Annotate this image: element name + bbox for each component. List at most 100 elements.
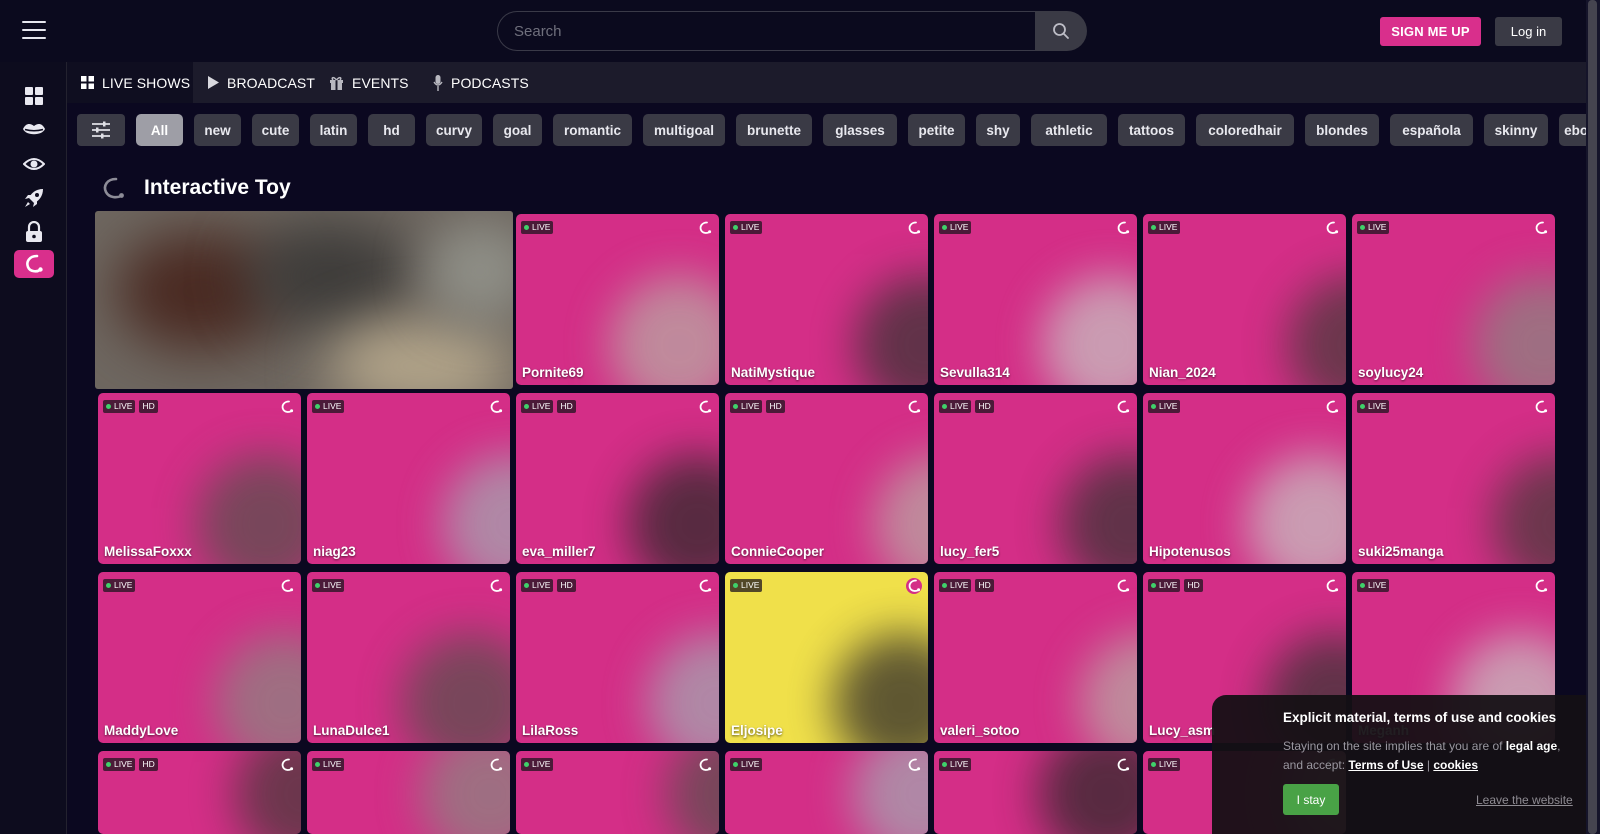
interactive-toy-icon (906, 578, 922, 594)
show-card[interactable]: LIVE HD ConnieCooper (725, 393, 928, 564)
cookie-separator: | (1423, 758, 1434, 772)
live-badge: LIVE (730, 758, 763, 771)
section-title: Interactive Toy (144, 176, 291, 199)
leave-website-link[interactable]: Leave the website (1476, 793, 1573, 807)
show-card[interactable]: LIVE suki25manga (1352, 393, 1555, 564)
performer-name: niag23 (313, 544, 356, 559)
terms-of-use-link[interactable]: Terms of Use (1348, 758, 1423, 772)
tag-goal[interactable]: goal (493, 114, 542, 146)
card-badges: LIVE HD (730, 400, 785, 413)
tag-tattoos[interactable]: tattoos (1118, 114, 1185, 146)
sidebar-item-private[interactable] (14, 218, 54, 246)
card-badges: LIVE (103, 579, 136, 592)
performer-name: Lucy_asm (1149, 723, 1216, 738)
show-card[interactable]: LIVE Eljosipe (725, 572, 928, 743)
scrollbar-thumb[interactable] (1588, 0, 1597, 834)
show-card[interactable]: LIVE Sevulla314 (934, 214, 1137, 385)
show-card[interactable]: LIVE (516, 751, 719, 834)
tag-española[interactable]: española (1390, 114, 1473, 146)
card-badges: LIVE HD (521, 400, 576, 413)
tag-multigoal[interactable]: multigoal (643, 114, 725, 146)
tag-cute[interactable]: cute (252, 114, 299, 146)
hd-badge: HD (1184, 579, 1203, 592)
tab-broadcast[interactable]: BROADCAST (207, 62, 315, 103)
performer-name: eva_miller7 (522, 544, 596, 559)
sidebar-item-lips[interactable] (14, 116, 54, 144)
search-input[interactable] (497, 11, 1037, 51)
sidebar-item-eye[interactable] (14, 150, 54, 178)
sidebar (0, 62, 67, 834)
card-badges: LIVE HD (103, 758, 158, 771)
eye-icon (23, 158, 45, 170)
show-card[interactable]: LIVE HD eva_miller7 (516, 393, 719, 564)
tab-live-shows[interactable]: LIVE SHOWS (67, 62, 193, 103)
tag-romantic[interactable]: romantic (553, 114, 632, 146)
tag-curvy[interactable]: curvy (426, 114, 482, 146)
tag-filter-bar: All new cute latin hd curvy goal romantic multig… (77, 114, 1586, 146)
tab-podcasts[interactable]: PODCASTS (433, 62, 529, 103)
show-card[interactable]: LIVE Hipotenusos (1143, 393, 1346, 564)
featured-show-card[interactable] (95, 211, 513, 389)
show-card[interactable]: LIVE MaddyLove (98, 572, 301, 743)
hamburger-menu-icon[interactable] (22, 21, 46, 41)
card-badges: LIVE (1148, 221, 1181, 234)
card-badges: LIVE (1148, 400, 1181, 413)
show-card[interactable]: LIVE Nian_2024 (1143, 214, 1346, 385)
tag-ebony[interactable]: ebony (1559, 114, 1586, 146)
sign-up-button[interactable]: SIGN ME UP (1380, 17, 1481, 46)
show-card[interactable]: LIVE HD valeri_sotoo (934, 572, 1137, 743)
show-card[interactable]: LIVE LunaDulce1 (307, 572, 510, 743)
tag-brunette[interactable]: brunette (736, 114, 812, 146)
live-badge: LIVE (521, 221, 554, 234)
card-badges: LIVE HD (939, 400, 994, 413)
card-badges: LIVE (521, 758, 554, 771)
lock-icon (26, 221, 42, 242)
tab-label: PODCASTS (451, 74, 529, 91)
page-scrollbar[interactable] (1586, 0, 1600, 834)
tag-blondes[interactable]: blondes (1305, 114, 1379, 146)
show-card[interactable]: LIVE niag23 (307, 393, 510, 564)
card-badges: LIVE (312, 579, 345, 592)
show-card[interactable]: LIVE HD lucy_fer5 (934, 393, 1137, 564)
show-card[interactable]: LIVE HD LilaRoss (516, 572, 719, 743)
tag-all[interactable]: All (136, 114, 183, 146)
show-card[interactable]: LIVE HD MelissaFoxxx (98, 393, 301, 564)
tag-latin[interactable]: latin (310, 114, 357, 146)
show-card[interactable]: LIVE HD (98, 751, 301, 834)
show-card[interactable]: LIVE (934, 751, 1137, 834)
tag-shy[interactable]: shy (976, 114, 1020, 146)
show-card[interactable]: LIVE NatiMystique (725, 214, 928, 385)
show-card[interactable]: LIVE soylucy24 (1352, 214, 1555, 385)
show-card[interactable]: LIVE Pornite69 (516, 214, 719, 385)
card-badges: LIVE (1148, 758, 1181, 771)
live-badge: LIVE (1148, 221, 1181, 234)
stay-button[interactable]: I stay (1283, 784, 1339, 815)
microphone-icon (433, 74, 443, 91)
sidebar-item-rocket[interactable] (14, 184, 54, 212)
tab-label: EVENTS (352, 74, 409, 91)
performer-name: Pornite69 (522, 365, 584, 380)
tag-petite[interactable]: petite (908, 114, 965, 146)
interactive-toy-icon (1115, 399, 1131, 415)
tag-athletic[interactable]: athletic (1031, 114, 1107, 146)
tab-events[interactable]: EVENTS (329, 62, 409, 103)
show-card[interactable]: LIVE (725, 751, 928, 834)
filter-button[interactable] (77, 114, 125, 146)
interactive-toy-icon (1324, 220, 1340, 236)
tag-new[interactable]: new (194, 114, 241, 146)
live-badge: LIVE (939, 400, 972, 413)
sidebar-item-categories[interactable] (14, 82, 54, 110)
live-badge: LIVE (939, 758, 972, 771)
live-badge: LIVE (939, 221, 972, 234)
tag-coloredhair[interactable]: coloredhair (1196, 114, 1294, 146)
tag-hd[interactable]: hd (368, 114, 415, 146)
log-in-button[interactable]: Log in (1495, 17, 1562, 46)
search-button[interactable] (1035, 11, 1087, 51)
cookies-link[interactable]: cookies (1433, 758, 1478, 772)
sidebar-item-interactive-toy[interactable] (14, 250, 54, 278)
show-card[interactable]: LIVE (307, 751, 510, 834)
tag-glasses[interactable]: glasses (823, 114, 897, 146)
sliders-icon (92, 121, 110, 139)
performer-name: MaddyLove (104, 723, 179, 738)
tag-skinny[interactable]: skinny (1484, 114, 1548, 146)
